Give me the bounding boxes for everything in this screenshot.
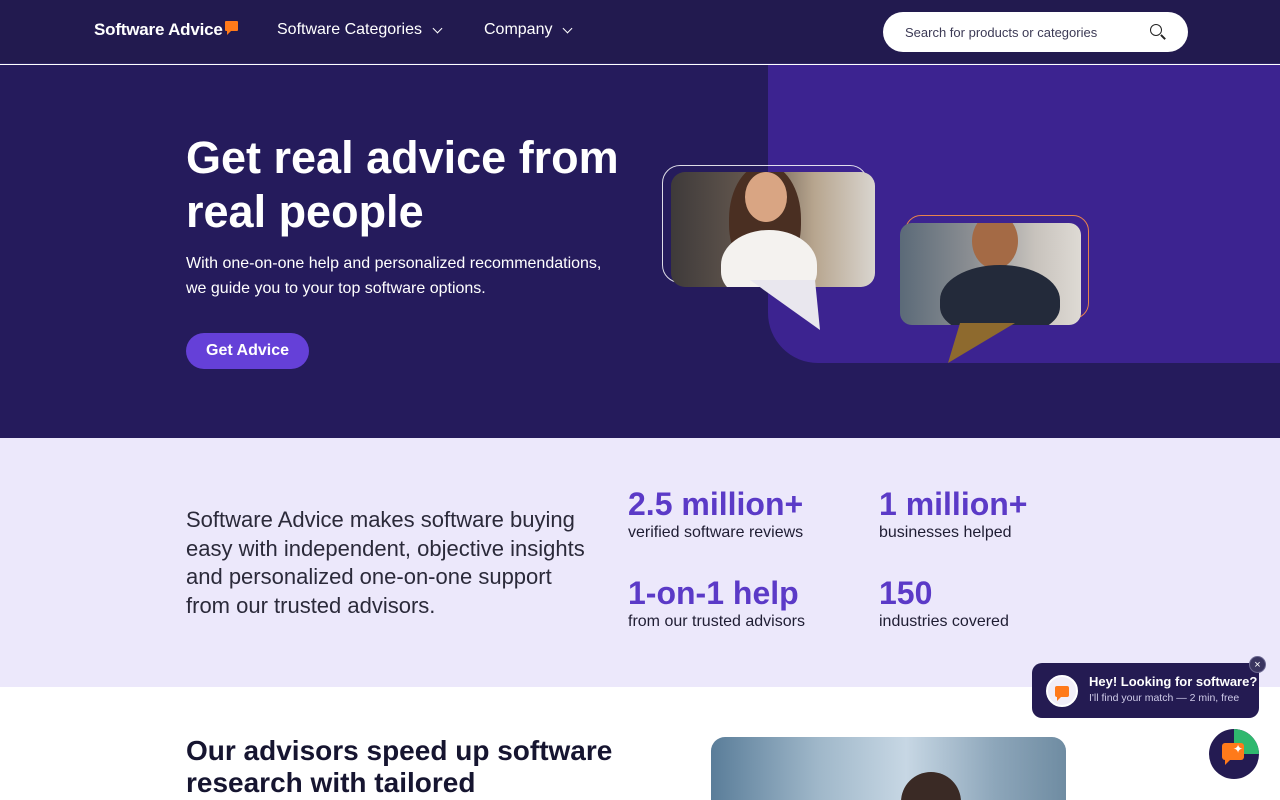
stat-industries: 150 industries covered	[879, 575, 1009, 631]
speech-bubble-tail	[948, 323, 1015, 363]
stat-one-on-one: 1-on-1 help from our trusted advisors	[628, 575, 805, 631]
chat-launcher-button[interactable]: ✦	[1209, 729, 1259, 779]
chat-close-button[interactable]: ×	[1249, 656, 1266, 673]
stat-label: from our trusted advisors	[628, 613, 805, 630]
chat-title: Hey! Looking for software?	[1089, 674, 1258, 689]
sparkle-icon: ✦	[1233, 742, 1244, 756]
stat-label: verified software reviews	[628, 524, 804, 541]
chevron-down-icon	[432, 23, 443, 33]
face-shape	[745, 172, 787, 222]
body-shape	[940, 265, 1060, 325]
stat-label: businesses helped	[879, 524, 1012, 541]
hero-subtitle: With one-on-one help and personalized re…	[186, 255, 602, 297]
logo-flag-icon	[224, 21, 238, 35]
speech-bubble-tail	[750, 280, 820, 330]
hero-section: Get real advice from real people With on…	[0, 65, 1280, 438]
nav-company-label: Company	[484, 21, 553, 38]
advisors-section-title: Our advisors speed up software research …	[186, 735, 613, 798]
stat-value: 1-on-1 help	[628, 575, 799, 611]
chevron-down-icon	[563, 23, 573, 33]
hair-shape	[901, 772, 961, 800]
hero-title: Get real advice from real people	[186, 132, 619, 237]
advisor-office-photo	[711, 737, 1066, 800]
software-advice-logo[interactable]: Software Advice	[94, 20, 238, 40]
stat-value: 150	[879, 575, 933, 611]
chat-subtitle: I'll find your match — 2 min, free	[1089, 692, 1240, 704]
search-icon[interactable]	[1150, 24, 1166, 40]
body-shape	[721, 230, 817, 287]
chat-flag-icon	[1055, 685, 1069, 701]
stat-businesses: 1 million+ businesses helped	[879, 486, 1027, 542]
stats-section: Software Advice makes software buying ea…	[0, 438, 1280, 687]
top-navigation: Software Advice Software Categories Comp…	[0, 0, 1280, 64]
stat-value: 1 million+	[879, 486, 1028, 522]
stat-value: 2.5 million+	[628, 486, 804, 522]
chat-prompt-card[interactable]: Hey! Looking for software? I'll find you…	[1032, 663, 1259, 718]
face-shape	[972, 223, 1018, 269]
stats-description: Software Advice makes software buying ea…	[186, 507, 585, 618]
stat-reviews: 2.5 million+ verified software reviews	[628, 486, 803, 542]
advisor-photo-woman	[671, 172, 875, 287]
nav-software-categories-label: Software Categories	[277, 21, 422, 38]
stat-label: industries covered	[879, 613, 1009, 630]
advisor-photo-man	[900, 223, 1081, 325]
search-bar	[883, 12, 1188, 52]
nav-software-categories[interactable]: Software Categories	[277, 21, 443, 39]
search-input[interactable]	[905, 24, 1150, 40]
nav-company[interactable]: Company	[484, 21, 573, 39]
logo-text: Software Advice	[94, 20, 223, 39]
chat-avatar	[1046, 675, 1078, 707]
get-advice-button[interactable]: Get Advice	[186, 333, 309, 369]
